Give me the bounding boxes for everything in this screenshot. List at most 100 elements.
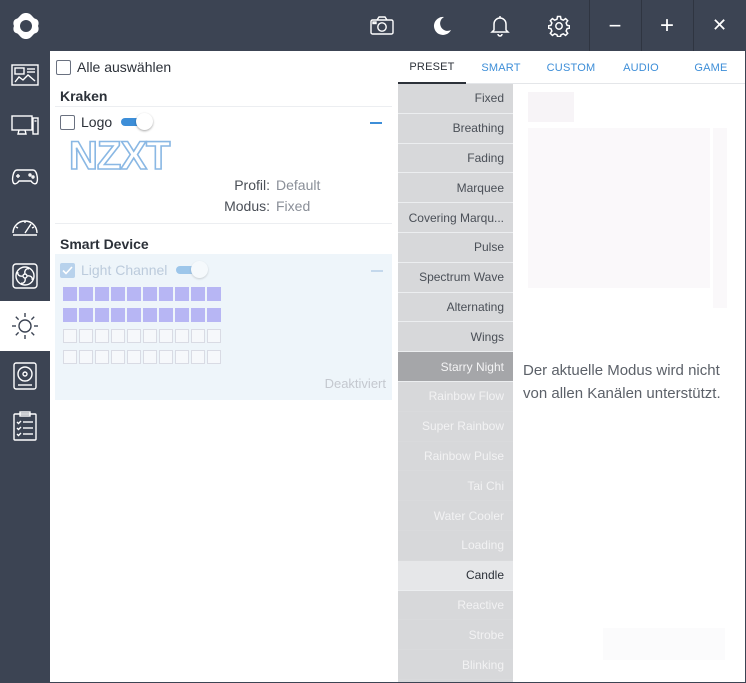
effect-item[interactable]: Spectrum Wave [398, 263, 513, 293]
effect-item[interactable]: Super Rainbow [398, 412, 513, 442]
led-cell [207, 329, 221, 343]
logo-channel-label: Logo [81, 114, 113, 130]
nzxt-cam-logo[interactable] [0, 0, 51, 51]
led-cell [95, 308, 109, 322]
led-cell [95, 350, 109, 364]
tab-audio[interactable]: AUDIO [606, 51, 676, 84]
sidebar-item-lighting[interactable] [0, 301, 50, 351]
tab-custom[interactable]: CUSTOM [536, 51, 606, 84]
device-panel: Alle auswählen Kraken Logo NZXT Profil: … [50, 51, 398, 683]
collapse-smart-device-button[interactable] [371, 270, 383, 272]
led-grid [63, 287, 221, 364]
effect-item[interactable]: Candle [398, 560, 513, 591]
divider [55, 106, 392, 107]
collapse-kraken-button[interactable] [370, 122, 382, 124]
sidebar-item-games[interactable] [0, 151, 50, 201]
led-cell [159, 308, 173, 322]
effect-item[interactable]: Blinking [398, 650, 513, 680]
effect-item[interactable]: Rainbow Flow [398, 382, 513, 412]
gamepad-icon [11, 169, 39, 185]
tab-smart[interactable]: SMART [466, 51, 536, 84]
led-cell [159, 350, 173, 364]
gear-icon[interactable] [531, 0, 587, 51]
effect-item[interactable]: Fixed [398, 84, 513, 114]
camera-icon[interactable] [354, 0, 410, 51]
nzxt-logo-preview: NZXT [69, 137, 172, 173]
led-cell [63, 350, 77, 364]
led-cell [127, 350, 141, 364]
led-cell [63, 329, 77, 343]
led-cell [207, 287, 221, 301]
faint-preview-block [603, 628, 725, 660]
minimize-button[interactable]: − [589, 0, 641, 51]
led-cell [111, 287, 125, 301]
sidebar-item-reports[interactable] [0, 401, 50, 451]
tab-game[interactable]: GAME [676, 51, 746, 84]
led-cell [191, 350, 205, 364]
close-button[interactable]: ✕ [693, 0, 746, 51]
led-cell [175, 350, 189, 364]
effect-item[interactable]: Tai Chi [398, 471, 513, 502]
led-cell [79, 329, 93, 343]
led-cell [143, 287, 157, 301]
select-all-checkbox[interactable] [56, 59, 71, 75]
sidebar-item-dashboard[interactable] [0, 51, 50, 101]
profile-value: Default [276, 177, 321, 193]
light-channel-toggle[interactable] [176, 261, 209, 278]
effect-item[interactable]: Wings [398, 322, 513, 353]
sidebar-item-cooling[interactable] [0, 251, 50, 301]
logo-channel-checkbox[interactable] [60, 114, 75, 130]
divider [55, 223, 392, 224]
mode-unsupported-notice: Der aktuelle Modus wird nicht von allen … [523, 362, 721, 402]
nzxt-logo-text: NZXT [69, 137, 170, 173]
mode-label: Modus: [224, 198, 270, 214]
channel-status-text: Deaktiviert [324, 376, 386, 391]
effect-item[interactable]: Fading [398, 144, 513, 174]
effect-item[interactable]: Marquee [398, 173, 513, 204]
led-cell [159, 329, 173, 343]
led-cell [79, 308, 93, 322]
led-cell [95, 329, 109, 343]
led-cell [207, 308, 221, 322]
gauge-icon [12, 220, 38, 236]
effect-item[interactable]: Loading [398, 531, 513, 561]
effect-item[interactable]: Starry Night [398, 352, 513, 382]
effect-item[interactable]: Covering Marqu... [398, 203, 513, 233]
kraken-channel-row: Logo [60, 113, 154, 130]
maximize-button[interactable]: + [641, 0, 693, 51]
select-all-row[interactable]: Alle auswählen [56, 59, 171, 75]
effect-item[interactable]: Breathing [398, 114, 513, 144]
effect-item[interactable]: Water Cooler [398, 501, 513, 531]
dashboard-icon [11, 64, 39, 86]
effect-item[interactable]: Rainbow Pulse [398, 442, 513, 472]
faint-preview-block [528, 92, 574, 122]
mode-tabs: PRESET SMART CUSTOM AUDIO GAME [398, 51, 746, 84]
monitor-icon [11, 115, 39, 135]
plus-icon: + [659, 11, 674, 39]
led-cell [111, 329, 125, 343]
sidebar-item-storage[interactable] [0, 351, 50, 401]
faint-preview-block [528, 128, 710, 288]
clipboard-icon [13, 411, 37, 441]
select-all-label: Alle auswählen [77, 59, 172, 75]
moon-icon[interactable] [414, 0, 470, 51]
led-cell [127, 287, 141, 301]
bell-icon[interactable] [472, 0, 528, 51]
effect-item[interactable]: Strobe [398, 620, 513, 651]
led-cell [175, 329, 189, 343]
effect-item[interactable]: Reactive [398, 591, 513, 621]
tab-preset[interactable]: PRESET [398, 51, 466, 84]
led-cell [175, 308, 189, 322]
light-channel-checkbox[interactable] [60, 262, 75, 278]
effect-item[interactable]: Pulse [398, 233, 513, 263]
led-cell [111, 350, 125, 364]
fan-icon [12, 263, 38, 289]
led-cell [127, 308, 141, 322]
logo-channel-toggle[interactable] [121, 113, 154, 130]
led-cell [207, 350, 221, 364]
sidebar-item-monitor[interactable] [0, 101, 50, 151]
led-cell [191, 329, 205, 343]
sidebar-item-tuning[interactable] [0, 201, 50, 251]
close-icon: ✕ [711, 15, 728, 35]
effect-item[interactable]: Alternating [398, 293, 513, 323]
